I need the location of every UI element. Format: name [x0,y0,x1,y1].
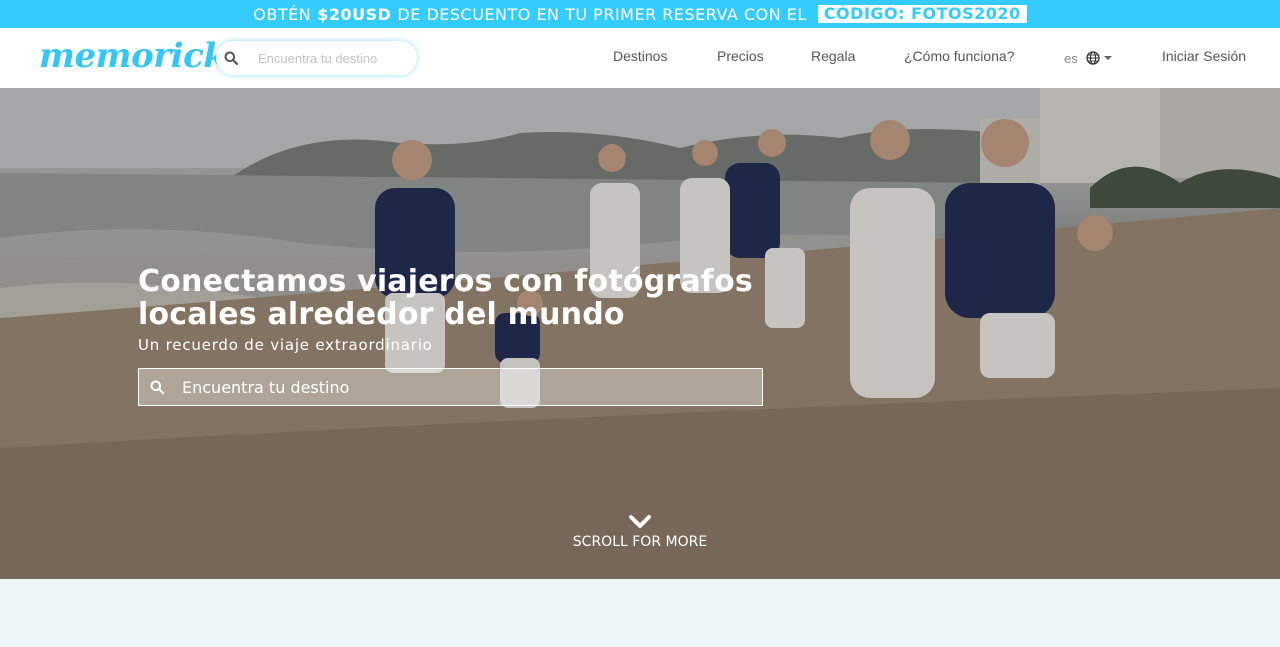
header-search-input[interactable] [258,50,408,66]
nav-como-funciona[interactable]: ¿Cómo funciona? [904,28,1015,88]
nav-precios[interactable]: Precios [717,28,764,88]
login-link[interactable]: Iniciar Sesión [1162,28,1246,88]
promo-banner: OBTÉN $20USD DE DESCUENTO EN TU PRIMER R… [0,0,1280,28]
logo[interactable]: memorick [39,36,227,76]
promo-code: CÓDIGO: FOTOS2020 [817,5,1027,23]
promo-amount: $20USD [317,4,392,24]
scroll-label: SCROLL FOR MORE [572,534,708,550]
hero-subtitle: Un recuerdo de viaje extraordinario [138,336,433,354]
search-icon [216,51,246,65]
hero-title: Conectamos viajeros con fotógrafos local… [138,264,753,332]
language-code: es [1064,50,1078,66]
header-search[interactable] [216,41,417,75]
content-section [0,579,1280,647]
search-icon [141,380,173,394]
scroll-for-more[interactable]: SCROLL FOR MORE [540,514,740,550]
chevron-down-icon [629,515,651,528]
hero-search-input[interactable] [182,377,742,397]
language-selector[interactable]: es [1064,28,1112,88]
promo-prefix: OBTÉN [253,4,312,24]
hero-overlay [0,88,1280,579]
hero-search[interactable] [138,368,763,406]
hero-section: Conectamos viajeros con fotógrafos local… [0,88,1280,579]
nav-destinos[interactable]: Destinos [613,28,667,88]
site-header: memorick Destinos Precios Regala ¿Cómo f… [0,28,1280,88]
promo-middle: DE DESCUENTO EN TU PRIMER RESERVA CON EL [397,4,807,24]
globe-icon [1086,51,1100,68]
caret-down-icon [1103,56,1112,60]
nav-regala[interactable]: Regala [811,28,855,88]
